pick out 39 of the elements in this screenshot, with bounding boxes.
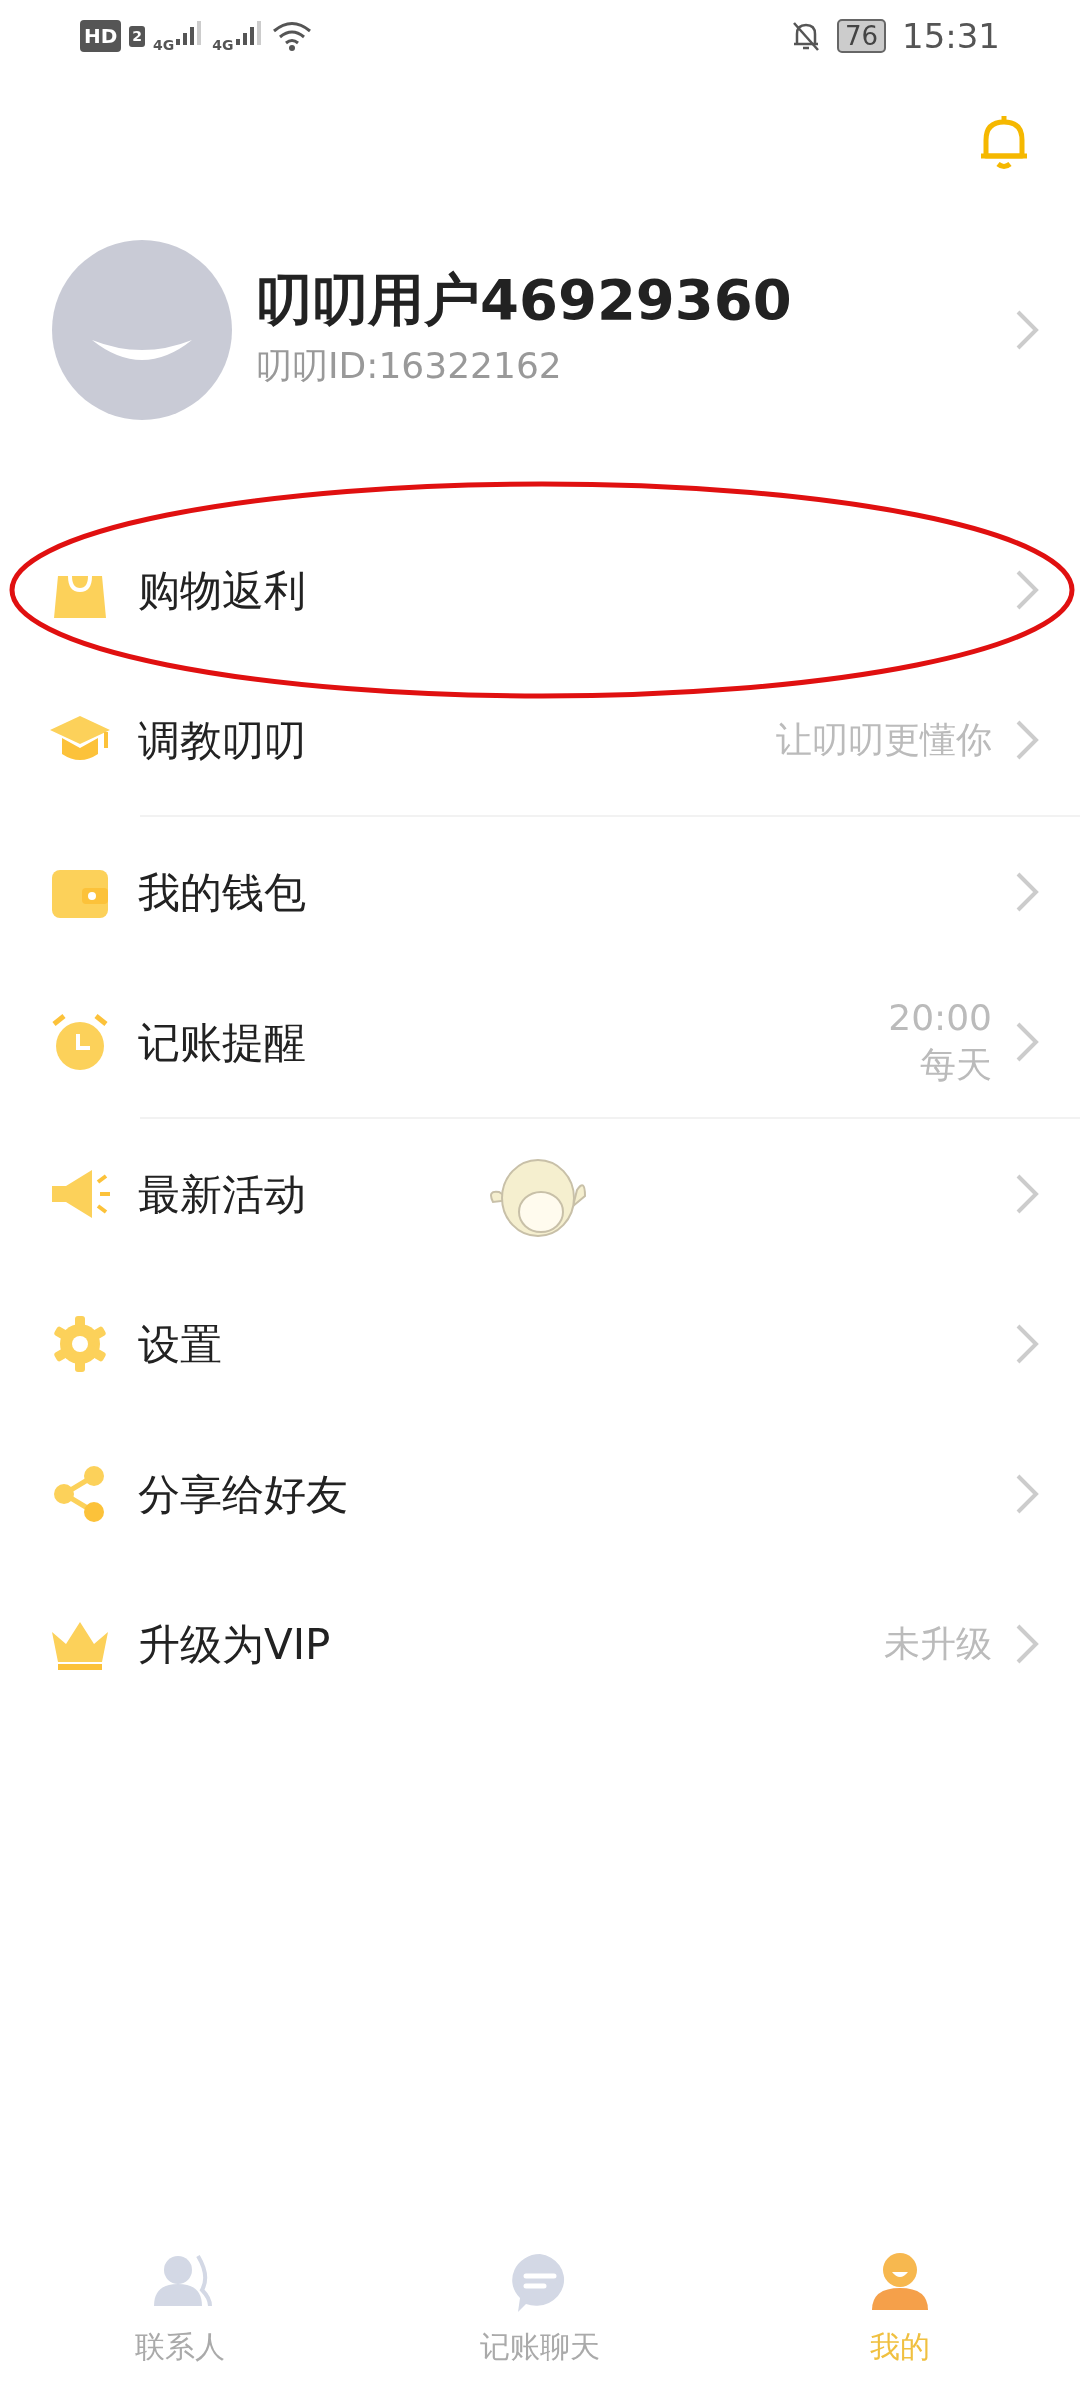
network-type: 4G (212, 35, 234, 55)
menu-detail: 20:00 (888, 996, 992, 1041)
network-type: 4G (153, 35, 175, 55)
chevron-icon (1014, 870, 1040, 914)
avatar-icon[interactable] (52, 239, 232, 420)
chevron-icon (1014, 1472, 1040, 1516)
menu-item[interactable]: 记账提醒 20:00 每天 (0, 967, 1080, 1117)
menu-item[interactable]: 最新活动 (0, 1119, 1080, 1269)
menu-item[interactable]: 我的钱包 (0, 817, 1080, 967)
menu-item[interactable]: 分享给好友 (0, 1419, 1080, 1569)
menu-detail: 让叨叨更懂你 (776, 717, 992, 762)
wifi-icon (271, 20, 312, 52)
chevron-icon (1014, 1020, 1040, 1064)
menu-item[interactable]: 调教叨叨 让叨叨更懂你 (0, 665, 1080, 815)
hd-badge: HD (80, 20, 122, 52)
status-time: 15:31 (902, 14, 1000, 58)
menu-label: 我的钱包 (138, 866, 306, 919)
menu-item[interactable]: 设置 (0, 1269, 1080, 1419)
menu-item[interactable]: 升级为VIP 未升级 (0, 1569, 1080, 1719)
chevron-icon (1014, 718, 1040, 762)
menu-label: 分享给好友 (138, 1468, 348, 1521)
chevron-icon (1014, 1322, 1040, 1366)
chevron-icon (1014, 1622, 1040, 1666)
menu-label: 记账提醒 (138, 1016, 306, 1069)
chevron-icon (1014, 568, 1040, 612)
menu-detail: 每天 (919, 1043, 992, 1087)
sim-badge: 2 (129, 25, 146, 47)
menu-label: 最新活动 (138, 1168, 306, 1221)
battery-indicator: 76 (836, 19, 886, 53)
user-name: 叨叨用户46929360 (256, 265, 793, 334)
menu-label: 升级为VIP (138, 1618, 331, 1671)
menu-label: 调教叨叨 (138, 714, 306, 767)
menu-label: 设置 (138, 1318, 222, 1371)
user-id: 叨叨ID:16322162 (256, 344, 563, 389)
menu-item[interactable]: 购物返利 (0, 515, 1080, 665)
menu-detail: 未升级 (884, 1621, 992, 1666)
bell-off-icon (790, 20, 821, 52)
chevron-icon (1014, 1172, 1040, 1216)
menu-label: 购物返利 (138, 564, 306, 617)
